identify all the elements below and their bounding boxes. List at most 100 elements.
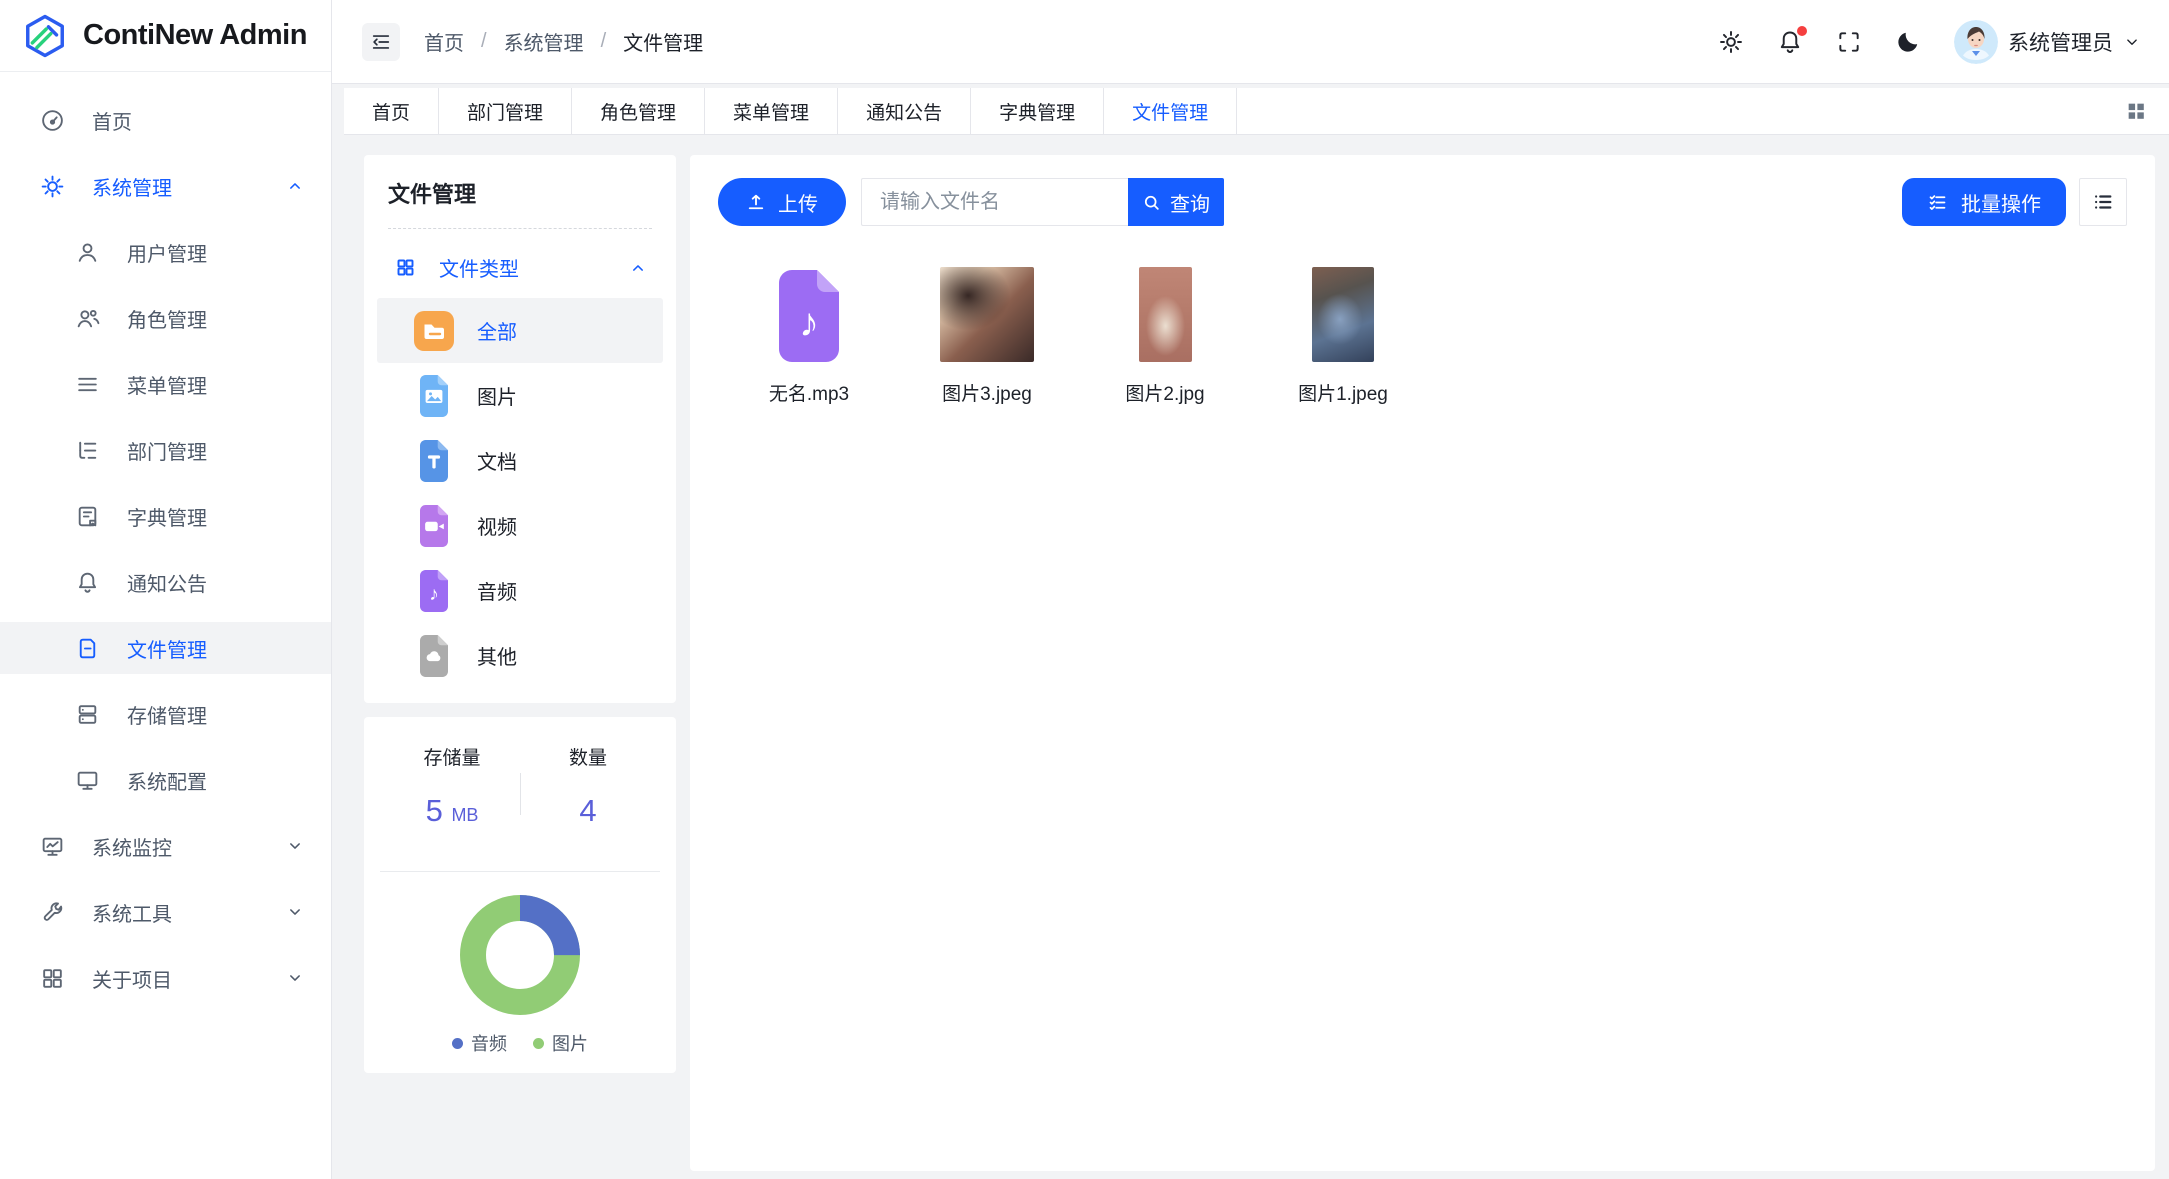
avatar[interactable]	[1954, 20, 1998, 64]
sidebar-menu: 首页 系统管理 用户管理 角色管理 菜单管理 部门管理 字典管理	[0, 72, 331, 1004]
sidebar-item-roles[interactable]: 角色管理	[0, 292, 331, 344]
type-item-audio[interactable]: ♪ 音频	[377, 558, 663, 623]
dictionary-icon	[75, 504, 100, 529]
tab-departments[interactable]: 部门管理	[439, 88, 572, 134]
type-item-image[interactable]: 图片	[377, 363, 663, 428]
moon-icon	[1895, 29, 1921, 55]
list-view-icon	[2092, 191, 2114, 213]
sidebar-item-home[interactable]: 首页	[0, 94, 331, 146]
search-group: 查询	[861, 178, 1224, 226]
chevron-up-icon[interactable]	[628, 258, 648, 278]
sidebar-item-config[interactable]: 系统配置	[0, 754, 331, 806]
sidebar-collapse-button[interactable]	[362, 23, 400, 61]
breadcrumb: 首页 / 系统管理 / 文件管理	[424, 27, 703, 56]
tab-menus[interactable]: 菜单管理	[705, 88, 838, 134]
sidebar-item-about[interactable]: 关于项目	[0, 952, 331, 1004]
chevron-down-icon	[2123, 33, 2141, 51]
image-thumbnail	[940, 267, 1034, 362]
type-item-video[interactable]: 视频	[377, 493, 663, 558]
dashboard-icon	[40, 108, 65, 133]
header-actions: 系统管理员	[1718, 20, 2141, 64]
file-name: 图片3.jpeg	[942, 379, 1032, 406]
legend-audio[interactable]: 音频	[452, 1030, 507, 1056]
type-item-other[interactable]: 其他	[377, 623, 663, 688]
file-card-image1[interactable]: 图片1.jpeg	[1254, 266, 1432, 406]
list-view-button[interactable]	[2079, 178, 2127, 226]
user-menu[interactable]: 系统管理员	[1954, 20, 2141, 64]
storage-value: 5 MB	[384, 793, 520, 829]
tab-dictionary[interactable]: 字典管理	[971, 88, 1104, 134]
file-type-tree-header[interactable]: 文件类型	[388, 253, 652, 282]
breadcrumb-files: 文件管理	[623, 27, 703, 56]
file-name: 无名.mp3	[769, 379, 849, 406]
tab-notices[interactable]: 通知公告	[838, 88, 971, 134]
legend-image[interactable]: 图片	[533, 1030, 588, 1056]
app-logo-icon	[22, 13, 68, 59]
checklist-icon	[1927, 192, 1948, 213]
notification-badge	[1797, 26, 1807, 36]
tree-header-label: 文件类型	[439, 253, 519, 282]
legend-dot-audio	[452, 1038, 463, 1049]
search-input[interactable]	[861, 178, 1128, 226]
breadcrumb-system[interactable]: 系统管理	[504, 27, 584, 56]
video-file-icon	[414, 506, 454, 546]
breadcrumb-home[interactable]: 首页	[424, 27, 464, 56]
settings-button[interactable]	[1718, 29, 1744, 55]
tab-roles[interactable]: 角色管理	[572, 88, 705, 134]
chart-legend: 音频 图片	[384, 1030, 656, 1056]
wrench-icon	[40, 900, 65, 925]
upload-button[interactable]: 上传	[718, 178, 846, 226]
monitor-chart-icon	[40, 834, 65, 859]
file-name: 图片2.jpg	[1125, 379, 1204, 406]
file-card-image2[interactable]: 图片2.jpg	[1076, 266, 1254, 406]
dark-mode-button[interactable]	[1895, 29, 1921, 55]
chevron-down-icon[interactable]	[285, 902, 305, 922]
type-item-all[interactable]: 全部	[377, 298, 663, 363]
sidebar-item-storage[interactable]: 存储管理	[0, 688, 331, 740]
gear-icon	[40, 174, 65, 199]
file-toolbar: 上传 查询 批量操作	[718, 178, 2127, 226]
file-list-panel: 上传 查询 批量操作 ♪	[690, 155, 2155, 1171]
panel-title: 文件管理	[388, 177, 652, 209]
audio-file-icon: ♪	[777, 270, 841, 362]
image-thumbnail	[1139, 267, 1192, 362]
chevron-down-icon[interactable]	[285, 968, 305, 988]
sidebar-item-monitor[interactable]: 系统监控	[0, 820, 331, 872]
sidebar-item-users[interactable]: 用户管理	[0, 226, 331, 278]
divider	[380, 871, 660, 872]
batch-actions-button[interactable]: 批量操作	[1902, 178, 2066, 226]
sidebar-item-menus[interactable]: 菜单管理	[0, 358, 331, 410]
sidebar-item-notices[interactable]: 通知公告	[0, 556, 331, 608]
fullscreen-icon	[1836, 29, 1862, 55]
sidebar-item-system[interactable]: 系统管理	[0, 160, 331, 212]
sidebar-item-files[interactable]: 文件管理	[0, 622, 331, 674]
fullscreen-button[interactable]	[1836, 29, 1862, 55]
legend-dot-image	[533, 1038, 544, 1049]
search-button[interactable]: 查询	[1128, 178, 1224, 226]
type-item-doc[interactable]: 文档	[377, 428, 663, 493]
user-name: 系统管理员	[2008, 27, 2113, 57]
sidebar-item-dictionary[interactable]: 字典管理	[0, 490, 331, 542]
chevron-down-icon[interactable]	[285, 836, 305, 856]
divider	[388, 228, 652, 229]
other-file-icon	[414, 636, 454, 676]
file-types-panel: 文件管理 文件类型 全部 图片 文档 视频	[364, 155, 676, 703]
tab-actions-grid-icon[interactable]	[2125, 100, 2147, 122]
doc-file-icon	[414, 441, 454, 481]
file-card-audio[interactable]: ♪ 无名.mp3	[720, 266, 898, 406]
chevron-up-icon[interactable]	[285, 176, 305, 196]
sidebar-item-departments[interactable]: 部门管理	[0, 424, 331, 476]
logo-row[interactable]: ContiNew Admin	[0, 0, 331, 72]
gear-icon	[1718, 29, 1744, 55]
sidebar: ContiNew Admin 首页 系统管理 用户管理 角色管理 菜单管理 部门…	[0, 0, 332, 1179]
app-title: ContiNew Admin	[83, 19, 307, 52]
tab-files[interactable]: 文件管理	[1104, 88, 1237, 134]
tab-home[interactable]: 首页	[344, 88, 439, 134]
grid-icon	[40, 966, 65, 991]
notifications-button[interactable]	[1777, 29, 1803, 55]
image-file-icon	[414, 376, 454, 416]
sidebar-item-tools[interactable]: 系统工具	[0, 886, 331, 938]
file-card-image3[interactable]: 图片3.jpeg	[898, 266, 1076, 406]
toolbar-right: 批量操作	[1902, 178, 2127, 226]
image-thumbnail	[1312, 267, 1374, 362]
